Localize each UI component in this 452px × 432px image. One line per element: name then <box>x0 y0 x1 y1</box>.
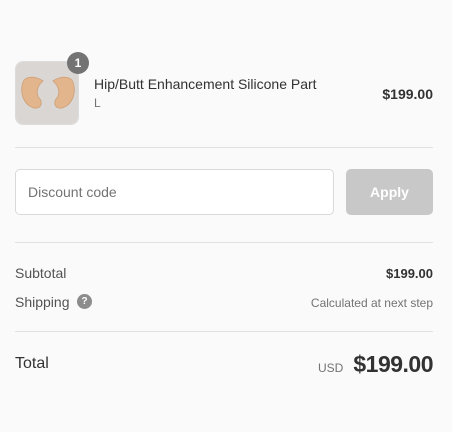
quantity-badge: 1 <box>67 52 89 74</box>
shipping-label: Shipping <box>15 294 70 310</box>
discount-code-input[interactable] <box>15 169 334 215</box>
product-variant: L <box>94 96 101 110</box>
apply-discount-button[interactable]: Apply <box>346 169 433 215</box>
order-summary: 1 Hip/Butt Enhancement Silicone Part L $… <box>0 0 452 432</box>
question-mark-icon[interactable]: ? <box>77 294 92 309</box>
subtotal-value: $199.00 <box>386 266 433 281</box>
divider-before-total <box>15 331 433 332</box>
currency-code: USD <box>318 361 344 375</box>
product-name: Hip/Butt Enhancement Silicone Part <box>94 76 317 92</box>
total-value: USD $199.00 <box>318 351 433 378</box>
cart-line-item: 1 Hip/Butt Enhancement Silicone Part L $… <box>15 52 433 125</box>
subtotal-label: Subtotal <box>15 265 67 281</box>
divider-after-product <box>15 147 433 148</box>
product-thumbnail-wrapper: 1 <box>15 52 89 125</box>
total-amount: $199.00 <box>353 351 433 377</box>
total-label: Total <box>15 355 49 372</box>
shipping-value: Calculated at next step <box>310 296 433 310</box>
divider-after-discount <box>15 242 433 243</box>
product-price: $199.00 <box>382 86 433 102</box>
silicone-pad-thumbnail <box>16 62 78 124</box>
